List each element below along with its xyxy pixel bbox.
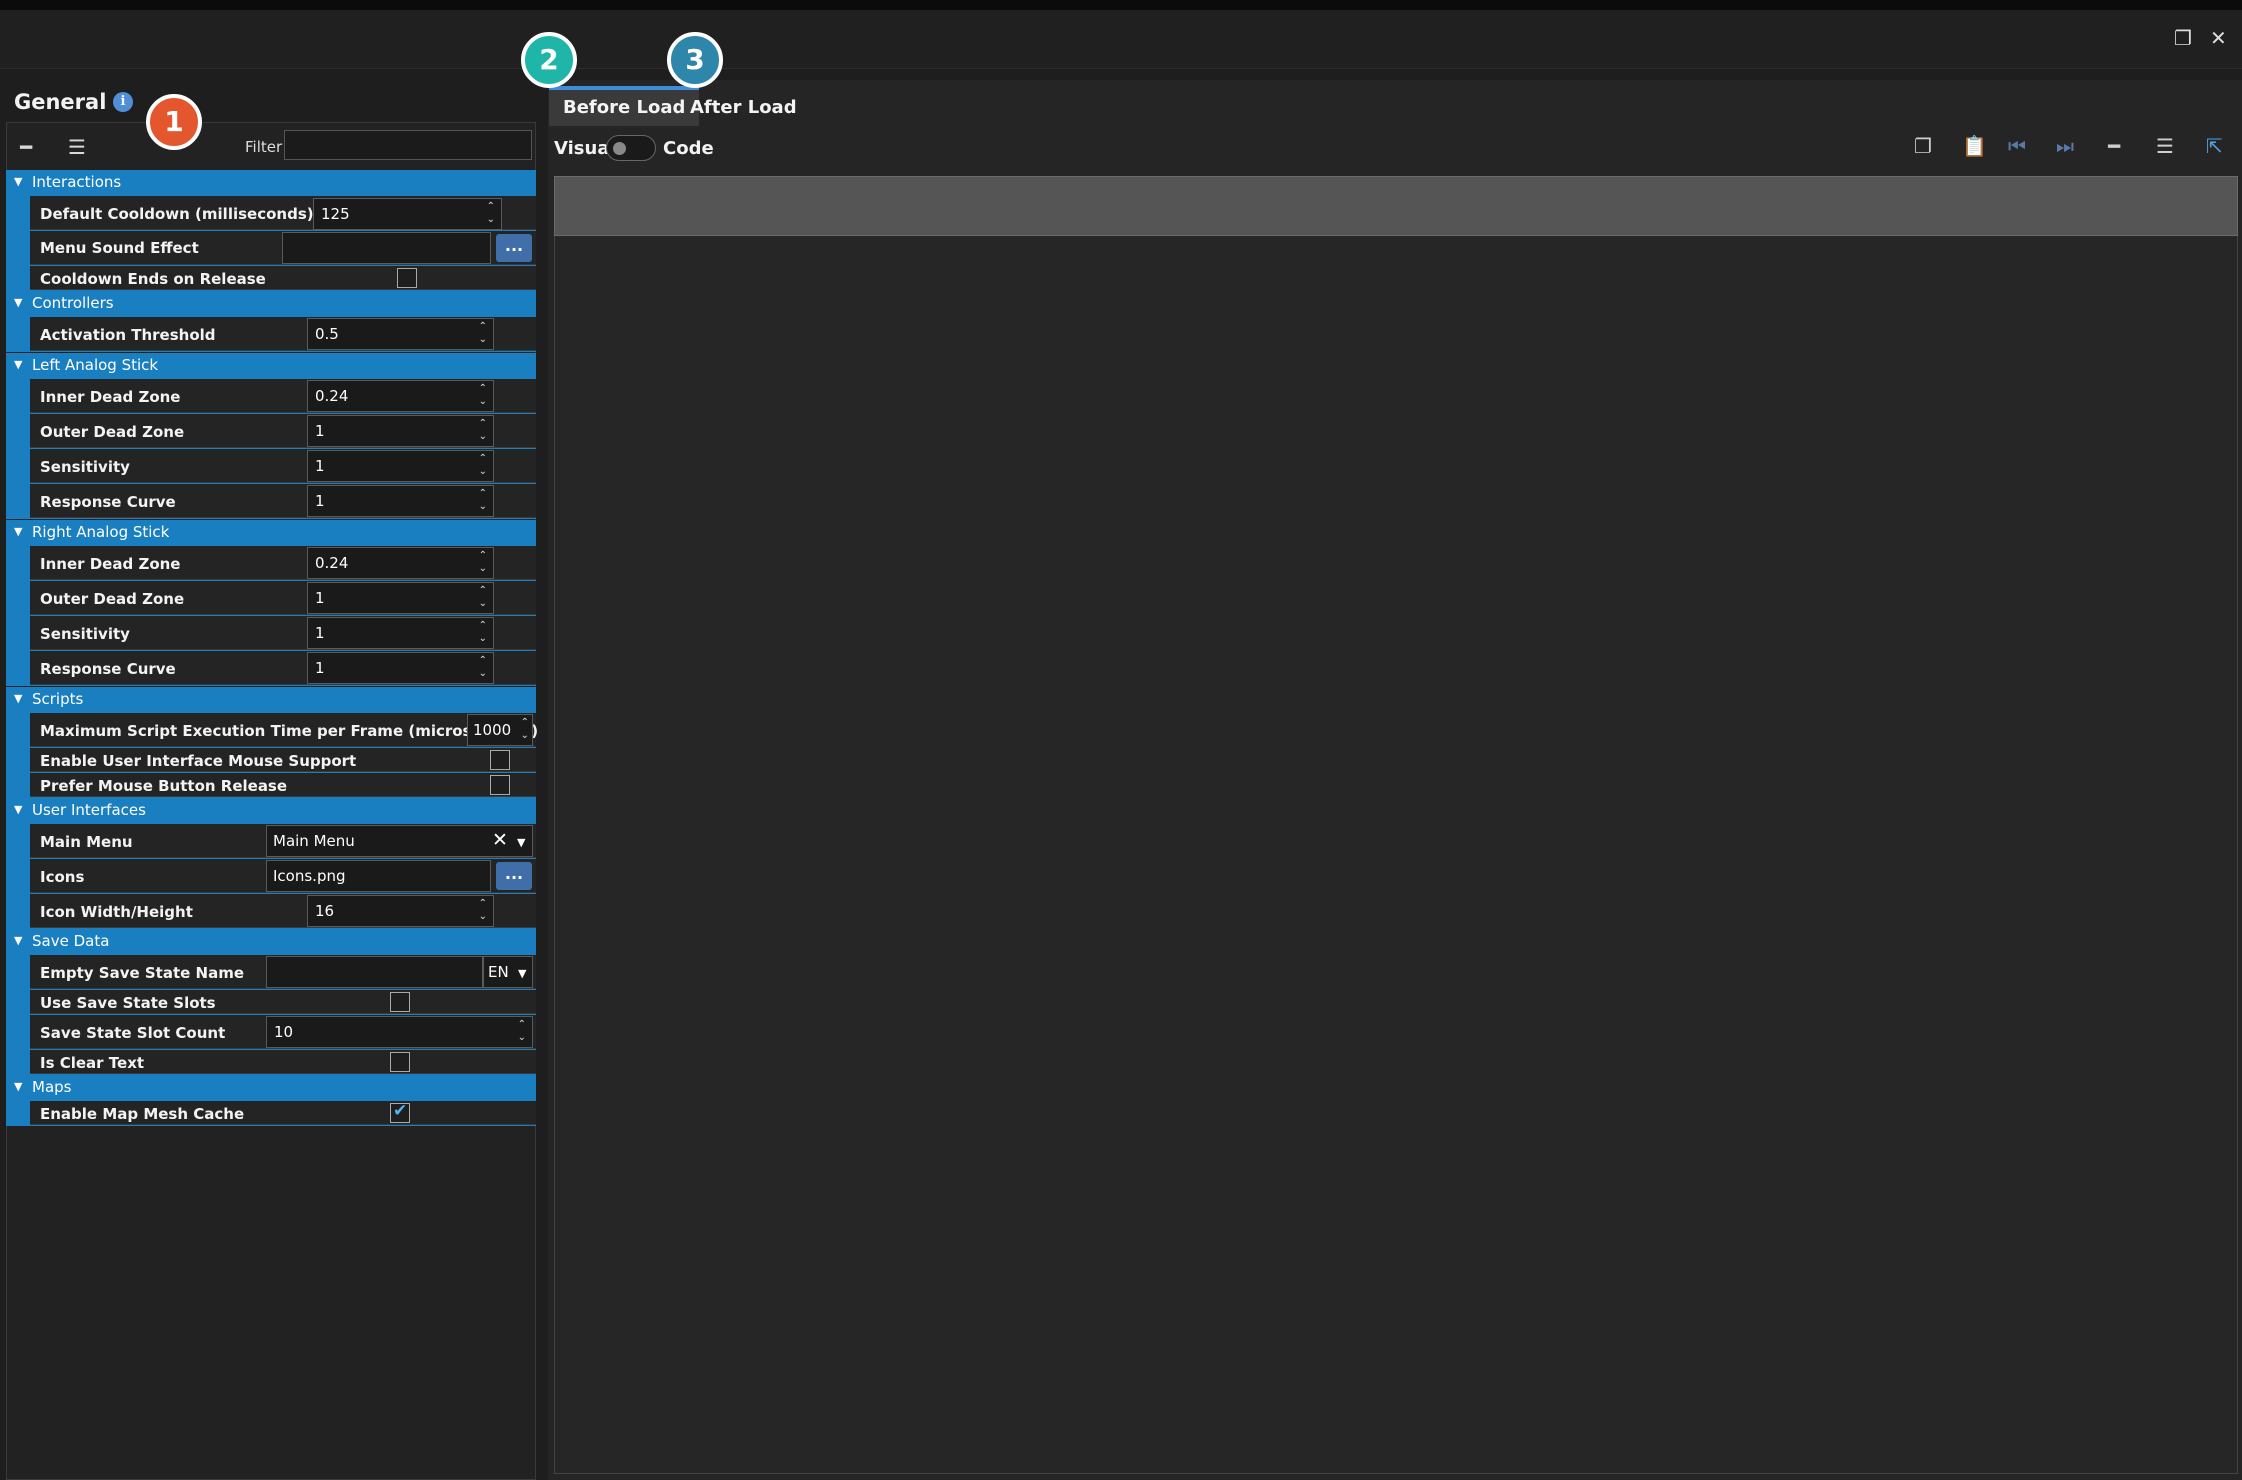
chevron-down-icon: ▼ [14, 934, 23, 947]
category-left-analog-stick[interactable]: ▼ Left Analog Stick [6, 353, 536, 379]
menu-sound-field[interactable] [282, 232, 491, 264]
max-script-time-stepper[interactable]: 1000 ⌃ ⌄ [467, 714, 533, 746]
prop-label: Main Menu [40, 833, 133, 851]
prop-label: Empty Save State Name [40, 964, 245, 982]
top-strip [0, 0, 2242, 10]
prop-label: Activation Threshold [40, 326, 216, 344]
prop-label: Use Save State Slots [40, 994, 216, 1012]
browse-button[interactable]: ... [496, 234, 532, 262]
slot-count-stepper[interactable]: 10 ⌃ ⌄ [266, 1016, 533, 1048]
icon-size-stepper[interactable]: 16 ⌃ ⌄ [307, 895, 494, 927]
prop-label: Inner Dead Zone [40, 388, 181, 406]
browse-button[interactable]: ... [496, 862, 532, 890]
close-icon[interactable]: ✕ [2210, 28, 2227, 48]
prop-label: Prefer Mouse Button Release [40, 777, 288, 795]
panel-title: General [14, 90, 107, 114]
left-outer-dead-zone-stepper[interactable]: 1 ⌃ ⌄ [307, 415, 494, 447]
chevron-down-icon: ▼ [14, 358, 23, 371]
copy-icon[interactable]: ❐ [1914, 136, 1932, 156]
category-interactions[interactable]: ▼ Interactions [6, 170, 536, 196]
right-outer-dead-zone-stepper[interactable]: 1 ⌃ ⌄ [307, 582, 494, 614]
chevron-down-icon: ▼ [14, 175, 23, 188]
prop-label: Response Curve [40, 493, 176, 511]
prop-label: Response Curve [40, 660, 176, 678]
restore-icon[interactable]: ❐ [2174, 28, 2192, 48]
prop-label: Menu Sound Effect [40, 239, 199, 257]
category-maps[interactable]: ▼ Maps [6, 1075, 536, 1101]
callout-badge-3: 3 [667, 32, 723, 88]
prop-label: Sensitivity [40, 458, 130, 476]
prop-label: Save State Slot Count [40, 1024, 226, 1042]
prop-label: Maximum Script Execution Time per Frame … [40, 722, 539, 740]
left-response-curve-stepper[interactable]: 1 ⌃ ⌄ [307, 485, 494, 517]
info-icon[interactable]: i [113, 92, 133, 112]
prop-label: Outer Dead Zone [40, 423, 185, 441]
popout-icon[interactable]: ⇱ [2206, 136, 2223, 156]
right-response-curve-stepper[interactable]: 1 ⌃ ⌄ [307, 652, 494, 684]
collapse-icon[interactable]: ━ [2108, 136, 2120, 156]
category-scripts[interactable]: ▼ Scripts [6, 687, 536, 713]
chevron-down-icon: ▼ [14, 803, 23, 816]
collapse-all-icon[interactable]: ━ [20, 137, 32, 157]
mouse-release-checkbox[interactable] [490, 775, 510, 795]
right-inner-dead-zone-stepper[interactable]: 0.24 ⌃ ⌄ [307, 547, 494, 579]
language-select[interactable]: EN ▼ [483, 956, 533, 988]
prop-label: Cooldown Ends on Release [40, 270, 266, 288]
activation-threshold-stepper[interactable]: 0.5 ⌃ ⌄ [307, 318, 494, 350]
paste-icon[interactable]: 📋 [1962, 136, 1987, 156]
skip-back-icon[interactable]: ⏮ [2008, 136, 2026, 156]
right-sensitivity-stepper[interactable]: 1 ⌃ ⌄ [307, 617, 494, 649]
ui-mouse-support-checkbox[interactable] [490, 750, 510, 770]
prop-label: Enable User Interface Mouse Support [40, 752, 357, 770]
prop-label: Icon Width/Height [40, 903, 193, 921]
code-label: Code [663, 138, 714, 159]
default-cooldown-stepper[interactable]: 125 ⌃ ⌄ [313, 198, 502, 230]
category-controllers[interactable]: ▼ Controllers [6, 291, 536, 317]
expand-icon[interactable]: ☰ [2156, 136, 2174, 156]
filter-label: Filter [245, 138, 283, 156]
prop-label: Icons [40, 868, 85, 886]
filter-input[interactable] [284, 130, 532, 160]
title-bar [0, 10, 2242, 69]
visual-code-toggle[interactable] [606, 135, 656, 161]
chevron-down-icon: ▼ [14, 692, 23, 705]
editor-canvas[interactable] [554, 236, 2238, 1474]
category-save-data[interactable]: ▼ Save Data [6, 929, 536, 955]
callout-badge-1: 1 [146, 94, 202, 150]
categorize-icon[interactable]: ☰ [68, 137, 86, 157]
left-sensitivity-stepper[interactable]: 1 ⌃ ⌄ [307, 450, 494, 482]
tab-after-load[interactable]: After Load [676, 86, 811, 122]
prop-label: Inner Dead Zone [40, 555, 181, 573]
callout-badge-2: 2 [521, 32, 577, 88]
prop-label: Outer Dead Zone [40, 590, 185, 608]
editor-header [554, 176, 2238, 236]
skip-forward-icon[interactable]: ⏭ [2056, 136, 2074, 156]
left-inner-dead-zone-stepper[interactable]: 0.24 ⌃ ⌄ [307, 380, 494, 412]
empty-save-name-field[interactable] [266, 956, 483, 988]
prop-label: Default Cooldown (milliseconds) [40, 205, 314, 223]
prop-label: Is Clear Text [40, 1054, 145, 1072]
map-mesh-cache-checkbox[interactable]: ✔ [390, 1101, 410, 1123]
dropdown-caret-icon[interactable]: ▼ [517, 836, 525, 849]
prop-label: Sensitivity [40, 625, 130, 643]
use-save-slots-checkbox[interactable] [390, 992, 410, 1012]
checkmark-icon: ✔ [393, 1101, 408, 1121]
category-user-interfaces[interactable]: ▼ User Interfaces [6, 798, 536, 824]
clear-text-checkbox[interactable] [390, 1052, 410, 1072]
chevron-down-icon: ▼ [14, 296, 23, 309]
cooldown-release-checkbox[interactable] [397, 268, 417, 288]
clear-icon[interactable]: ✕ [492, 829, 508, 851]
chevron-down-icon: ▼ [14, 1080, 23, 1093]
icons-field[interactable]: Icons.png [266, 860, 491, 892]
chevron-down-icon: ▼ [14, 525, 23, 538]
prop-label: Enable Map Mesh Cache [40, 1105, 245, 1123]
category-right-analog-stick[interactable]: ▼ Right Analog Stick [6, 520, 536, 546]
